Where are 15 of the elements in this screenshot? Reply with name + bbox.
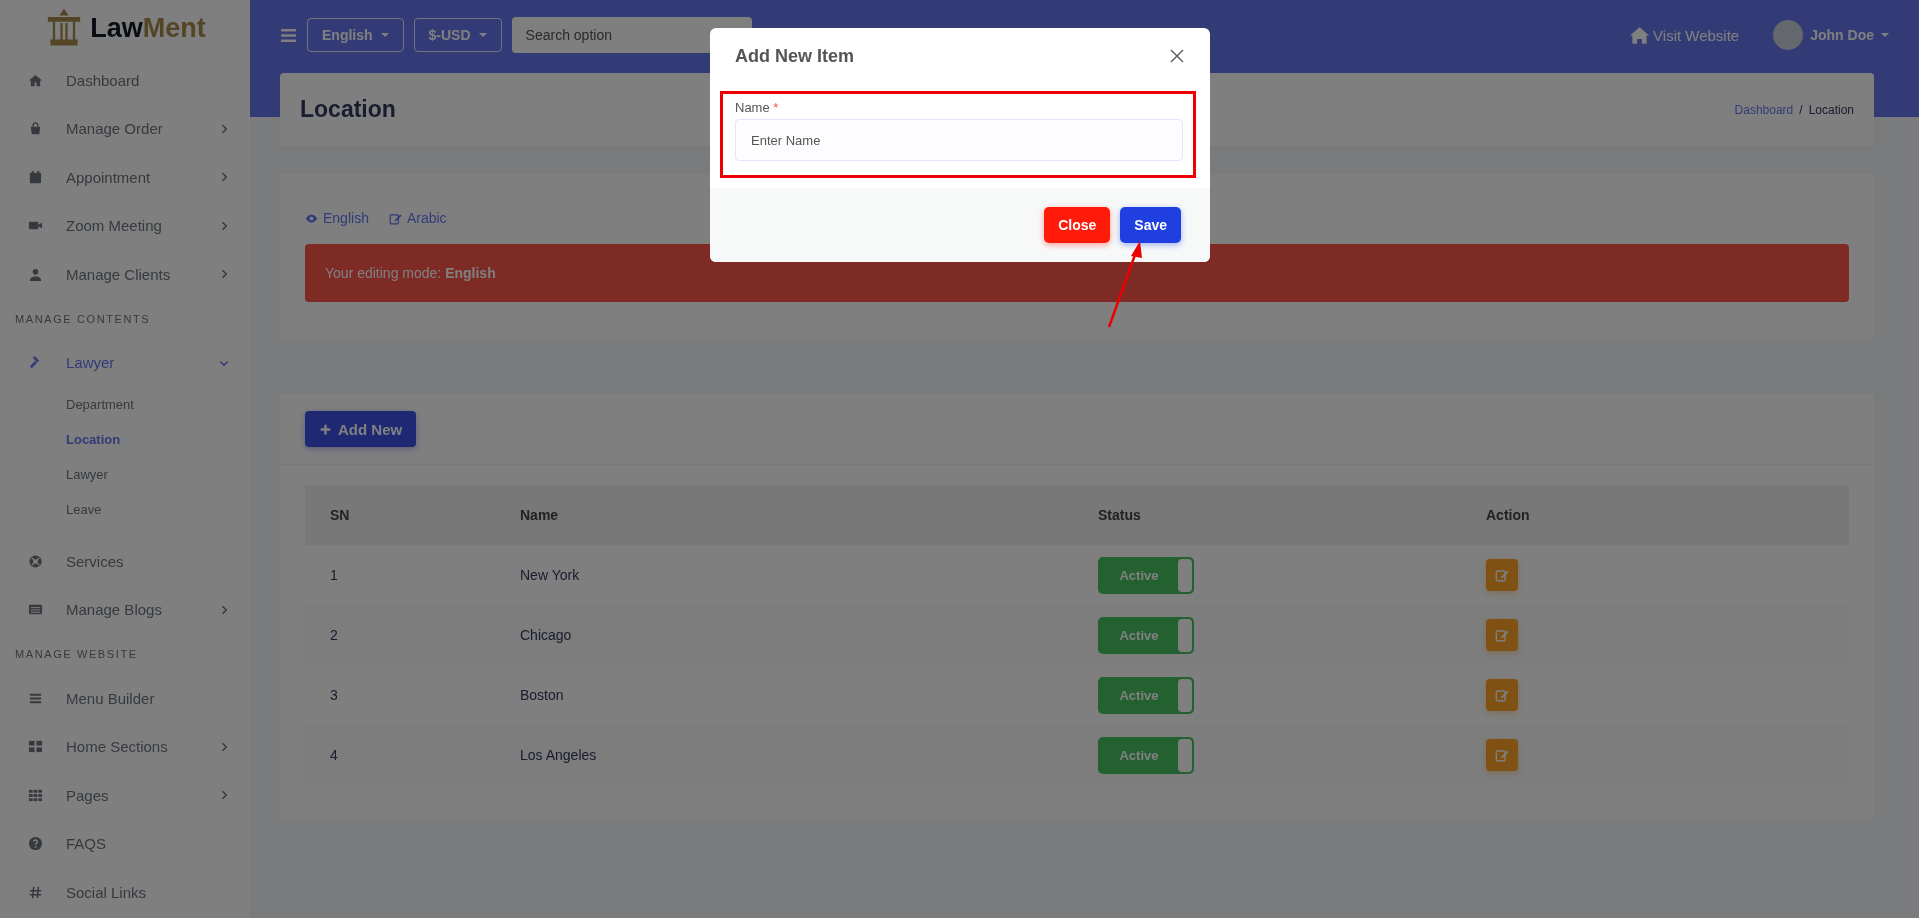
- table-cell-text: 3: [329, 686, 339, 705]
- column-header: SN: [305, 485, 495, 545]
- table-cell: 1: [305, 545, 495, 605]
- field-label: Name *: [735, 100, 780, 115]
- breadcrumb-separator: /: [1799, 102, 1803, 117]
- column-header: Action: [1461, 485, 1849, 545]
- table-cell: New York: [495, 545, 1073, 605]
- column-header: Name: [495, 485, 1073, 545]
- table-cell-text: Boston: [519, 686, 565, 705]
- section-heading: MANAGE WEBSITE: [14, 647, 139, 662]
- page-title: Location: [300, 96, 396, 123]
- breadcrumb-current: Location: [1808, 102, 1854, 117]
- logo-text: LawMent: [90, 12, 206, 44]
- column-header: Status: [1073, 485, 1461, 545]
- section-heading: MANAGE CONTENTS: [14, 311, 152, 327]
